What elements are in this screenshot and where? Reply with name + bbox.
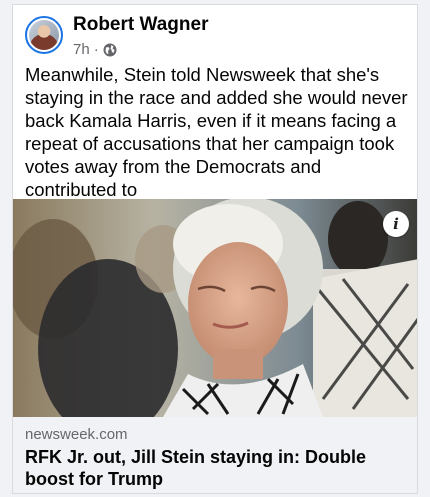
post-header: Robert Wagner 7h · — [25, 13, 405, 61]
post-time[interactable]: 7h — [73, 41, 90, 58]
post-card: Robert Wagner 7h · Meanwhile, Stein told… — [12, 4, 418, 494]
link-preview[interactable]: newsweek.com RFK Jr. out, Jill Stein sta… — [13, 417, 417, 493]
link-title[interactable]: RFK Jr. out, Jill Stein staying in: Doub… — [25, 446, 405, 490]
author-name[interactable]: Robert Wagner — [73, 14, 208, 36]
post-text: Meanwhile, Stein told Newsweek that she'… — [25, 64, 408, 200]
post-meta: 7h · — [73, 41, 117, 58]
meta-separator: · — [93, 41, 99, 58]
avatar[interactable] — [25, 16, 63, 54]
info-icon[interactable]: i — [383, 211, 409, 237]
link-domain: newsweek.com — [25, 426, 128, 443]
globe-icon — [103, 43, 117, 57]
link-preview-image[interactable]: i — [13, 199, 417, 417]
